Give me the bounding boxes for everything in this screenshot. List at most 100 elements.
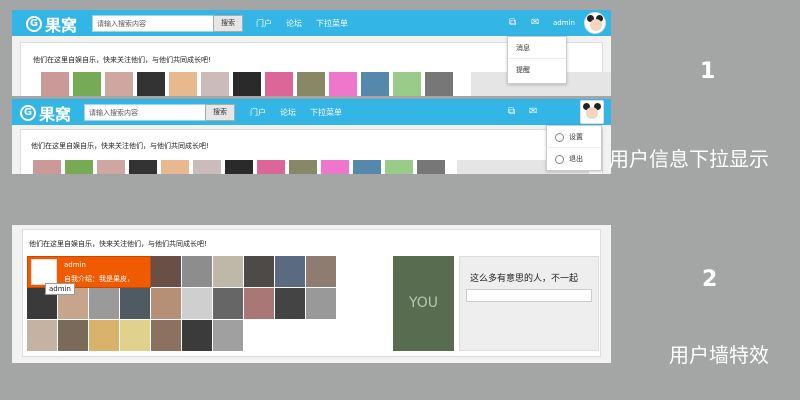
- user-thumbnail[interactable]: [73, 72, 101, 96]
- slogan-text: 他们在这里自娱自乐，快来关注他们，与他们共同成长吧!: [29, 240, 207, 248]
- wall-user-tile[interactable]: [244, 256, 274, 287]
- user-thumbnail[interactable]: [233, 72, 261, 96]
- wall-user-tile[interactable]: [213, 256, 243, 287]
- user-thumbnail[interactable]: [385, 160, 413, 174]
- wall-user-tile[interactable]: [213, 288, 243, 319]
- user-thumbnail[interactable]: [161, 160, 189, 174]
- join-question: 这么多有意思的人，不一起: [470, 274, 579, 284]
- wall-user-tile[interactable]: [151, 320, 181, 351]
- mail-icon[interactable]: ✉: [529, 107, 537, 117]
- nav-item-forum[interactable]: 论坛: [286, 18, 302, 29]
- wall-user-tile[interactable]: [89, 288, 119, 319]
- avatar-tooltip: admin: [45, 283, 75, 295]
- join-input[interactable]: [466, 289, 592, 302]
- dropdown-item-logout[interactable]: 退出: [547, 148, 601, 170]
- search-button[interactable]: 搜索: [213, 15, 243, 32]
- user-dropdown: 设置 退出: [546, 125, 602, 171]
- user-thumbnail[interactable]: [193, 160, 221, 174]
- user-thumbnail[interactable]: [425, 72, 453, 96]
- card-username: admin: [64, 261, 86, 269]
- main-nav: 门户 论坛 下拉菜单: [250, 107, 342, 118]
- dropdown-item-messages[interactable]: 消息: [508, 37, 566, 59]
- top-navbar: G 果窝 请输入搜索内容 搜索 门户 论坛 下拉菜单 ⧉ ✉ admin: [12, 10, 611, 36]
- user-thumbnail[interactable]: [257, 160, 285, 174]
- nav-item-forum[interactable]: 论坛: [280, 107, 296, 118]
- mail-icon[interactable]: ✉: [531, 18, 539, 28]
- nav-item-dropdown-menu[interactable]: 下拉菜单: [310, 107, 342, 118]
- wall-user-tile[interactable]: [58, 320, 88, 351]
- user-thumbnail[interactable]: [33, 160, 61, 174]
- search-input[interactable]: 请输入搜索内容: [84, 104, 206, 121]
- user-thumbs: [41, 72, 453, 96]
- gear-icon: [555, 132, 564, 142]
- logo[interactable]: G 果窝: [20, 101, 71, 125]
- caption-dropdown: 用户信息下拉显示: [609, 147, 769, 171]
- wall-user-tile[interactable]: [120, 320, 150, 351]
- wall-user-tile[interactable]: [275, 256, 305, 287]
- wall-user-tile[interactable]: [27, 320, 57, 351]
- wall-user-tile[interactable]: [182, 256, 212, 287]
- logo[interactable]: G 果窝: [26, 12, 77, 36]
- step-number-2: 2: [702, 267, 718, 292]
- user-thumbnail[interactable]: [265, 72, 293, 96]
- wall-user-tile[interactable]: [244, 288, 274, 319]
- user-thumbnail[interactable]: [353, 160, 381, 174]
- user-thumbnail[interactable]: [97, 160, 125, 174]
- wall-user-tile[interactable]: [213, 320, 243, 351]
- screenshot-panel-1: G 果窝 请输入搜索内容 搜索 门户 论坛 下拉菜单 ⧉ ✉ admin 他们在…: [12, 10, 611, 96]
- screenshot-panel-2: G 果窝 请输入搜索内容 搜索 门户 论坛 下拉菜单 ⧉ ✉ 他们在这里自娱自乐…: [12, 99, 611, 174]
- top-navbar: G 果窝 请输入搜索内容 搜索 门户 论坛 下拉菜单 ⧉ ✉: [12, 99, 611, 125]
- nav-item-portal[interactable]: 门户: [256, 18, 272, 29]
- wall-user-tile[interactable]: [306, 256, 336, 287]
- user-thumbnail[interactable]: [393, 72, 421, 96]
- user-thumbs: [33, 160, 445, 174]
- avatar[interactable]: [584, 12, 606, 34]
- content-area: 他们在这里自娱自乐，快来关注他们，与他们共同成长吧! YOU admin 自我介…: [22, 229, 601, 357]
- username-label[interactable]: admin: [553, 19, 575, 27]
- avatar[interactable]: [580, 100, 604, 124]
- wall-user-tile[interactable]: [120, 288, 150, 319]
- user-thumbnail[interactable]: [129, 160, 157, 174]
- user-thumbnail[interactable]: [65, 160, 93, 174]
- search-button[interactable]: 搜索: [205, 104, 235, 121]
- wall-user-tile[interactable]: [89, 320, 119, 351]
- user-thumbnail[interactable]: [201, 72, 229, 96]
- nav-item-dropdown-menu[interactable]: 下拉菜单: [316, 18, 348, 29]
- search-input[interactable]: 请输入搜索内容: [92, 15, 214, 32]
- user-thumbnail[interactable]: [289, 160, 317, 174]
- user-thumbnail[interactable]: [321, 160, 349, 174]
- user-dropdown: 消息 提醒: [507, 36, 567, 84]
- wall-user-tile[interactable]: [151, 288, 181, 319]
- dropdown-item-reminders[interactable]: 提醒: [508, 59, 566, 81]
- power-icon: [555, 154, 564, 164]
- wall-user-tile[interactable]: [182, 288, 212, 319]
- logo-text: 果窝: [45, 16, 78, 35]
- logo-text: 果窝: [39, 105, 72, 124]
- user-thumbnail[interactable]: [137, 72, 165, 96]
- user-thumbnail[interactable]: [417, 160, 445, 174]
- post-icon[interactable]: ⧉: [509, 18, 516, 28]
- user-thumbnail[interactable]: [225, 160, 253, 174]
- caption-wall: 用户墙特效: [669, 343, 769, 367]
- user-thumbnail[interactable]: [329, 72, 357, 96]
- user-thumbnail[interactable]: [169, 72, 197, 96]
- nav-item-portal[interactable]: 门户: [250, 107, 266, 118]
- user-thumbnail[interactable]: [361, 72, 389, 96]
- content-area: 他们在这里自娱自乐，快来关注他们，与他们共同成长吧!: [20, 129, 603, 174]
- you-tile[interactable]: YOU: [393, 256, 454, 351]
- user-thumbnail[interactable]: [297, 72, 325, 96]
- join-panel: 这么多有意思的人，不一起: [459, 256, 599, 351]
- main-nav: 门户 论坛 下拉菜单: [256, 18, 348, 29]
- logo-g-icon: G: [20, 105, 36, 121]
- wall-user-tile[interactable]: [306, 288, 336, 319]
- wall-user-tile[interactable]: [182, 320, 212, 351]
- user-thumbnail[interactable]: [41, 72, 69, 96]
- user-thumbnail[interactable]: [105, 72, 133, 96]
- slogan-text: 他们在这里自娱自乐，快来关注他们，与他们共同成长吧!: [33, 56, 211, 64]
- card-avatar: [31, 259, 57, 285]
- screenshot-panel-3: 他们在这里自娱自乐，快来关注他们，与他们共同成长吧! YOU admin 自我介…: [12, 225, 611, 363]
- dropdown-item-settings[interactable]: 设置: [547, 126, 601, 148]
- wall-user-tile[interactable]: [275, 288, 305, 319]
- post-icon[interactable]: ⧉: [508, 107, 515, 117]
- wall-user-tile[interactable]: [151, 256, 181, 287]
